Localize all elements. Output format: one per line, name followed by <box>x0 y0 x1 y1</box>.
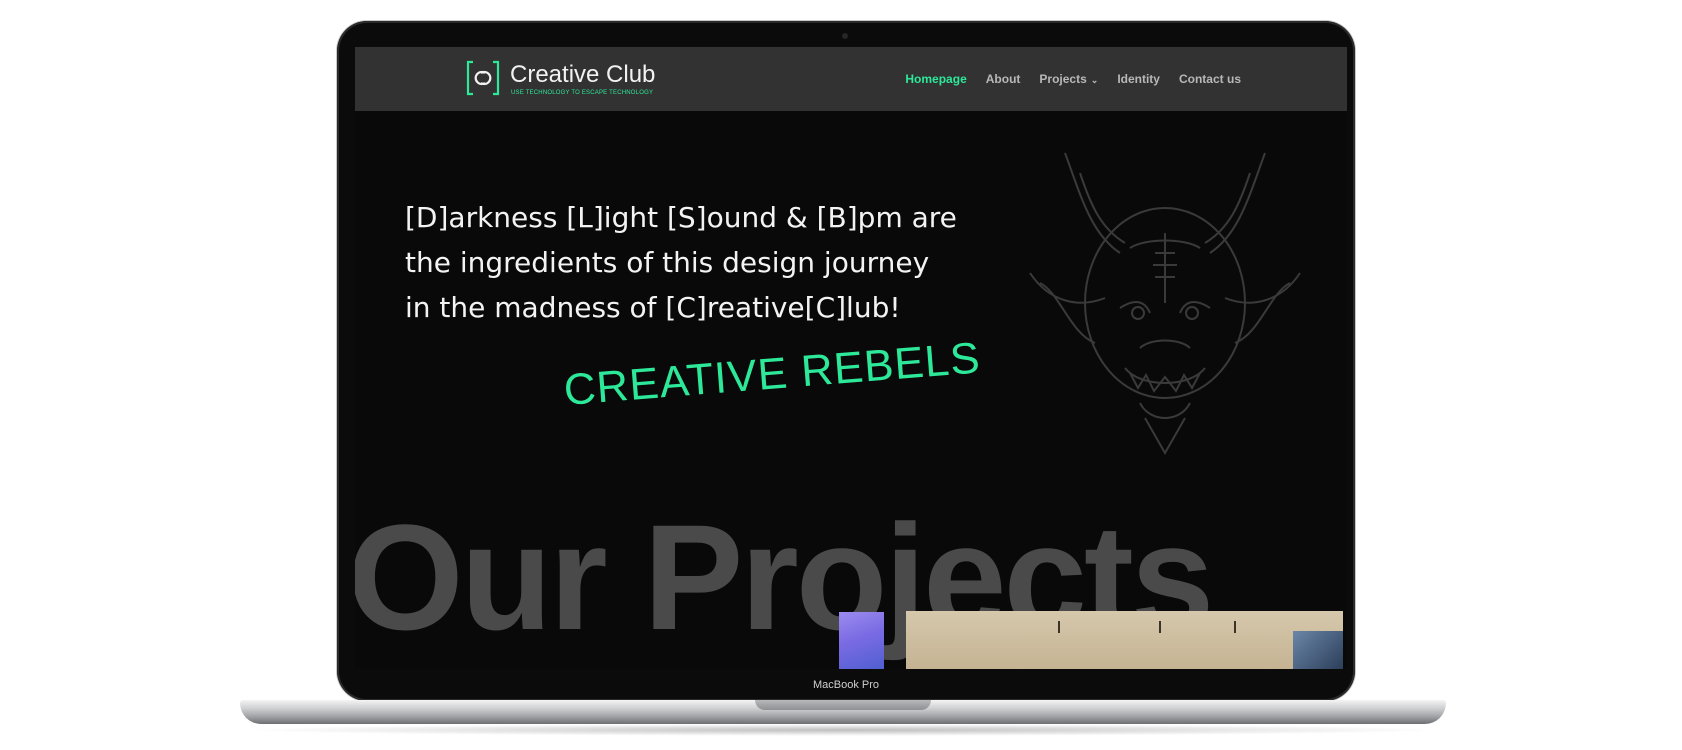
project-thumbnail[interactable] <box>906 611 1343 669</box>
logo-tagline: USE TECHNOLOGY TO ESCAPE TECHNOLOGY <box>511 90 654 96</box>
logo-mark-icon: 2 <box>466 60 500 96</box>
logo-name: Creative Club <box>510 61 656 88</box>
nav-identity[interactable]: Identity <box>1117 72 1160 86</box>
nav-projects[interactable]: Projects ⌄ <box>1039 72 1098 86</box>
pendant-light-icon <box>1234 621 1236 633</box>
laptop-shadow <box>240 724 1446 736</box>
browser-viewport: 2 Creative Club USE TECHNOLOGY TO ESCAPE… <box>355 47 1347 669</box>
device-model-label: MacBook Pro <box>812 679 880 691</box>
hero-line: the ingredients of this design journey <box>405 246 930 279</box>
project-thumbnail[interactable] <box>839 612 884 669</box>
pendant-light-icon <box>1159 621 1161 633</box>
nav-homepage[interactable]: Homepage <box>905 72 966 86</box>
site-header: 2 Creative Club USE TECHNOLOGY TO ESCAPE… <box>355 47 1347 111</box>
main-nav: Homepage About Projects ⌄ Identity Contac… <box>905 72 1241 86</box>
hero-intro: [D]arkness [L]ight [S]ound & [B]pm are t… <box>405 195 1005 330</box>
hero-line: in the madness of [C]reative[C]lub! <box>405 291 901 324</box>
camera-dot <box>842 33 848 39</box>
window-icon <box>1293 631 1343 669</box>
chevron-down-icon: ⌄ <box>1090 75 1099 85</box>
laptop-notch <box>755 700 931 710</box>
nav-contact[interactable]: Contact us <box>1179 72 1241 86</box>
dragon-illustration-icon <box>1029 152 1301 456</box>
nav-about[interactable]: About <box>986 72 1021 86</box>
hero-slogan: CREATIVE REBELS <box>562 333 983 415</box>
hero-line: [D]arkness [L]ight [S]ound & [B]pm are <box>405 201 957 234</box>
pendant-light-icon <box>1058 621 1060 633</box>
